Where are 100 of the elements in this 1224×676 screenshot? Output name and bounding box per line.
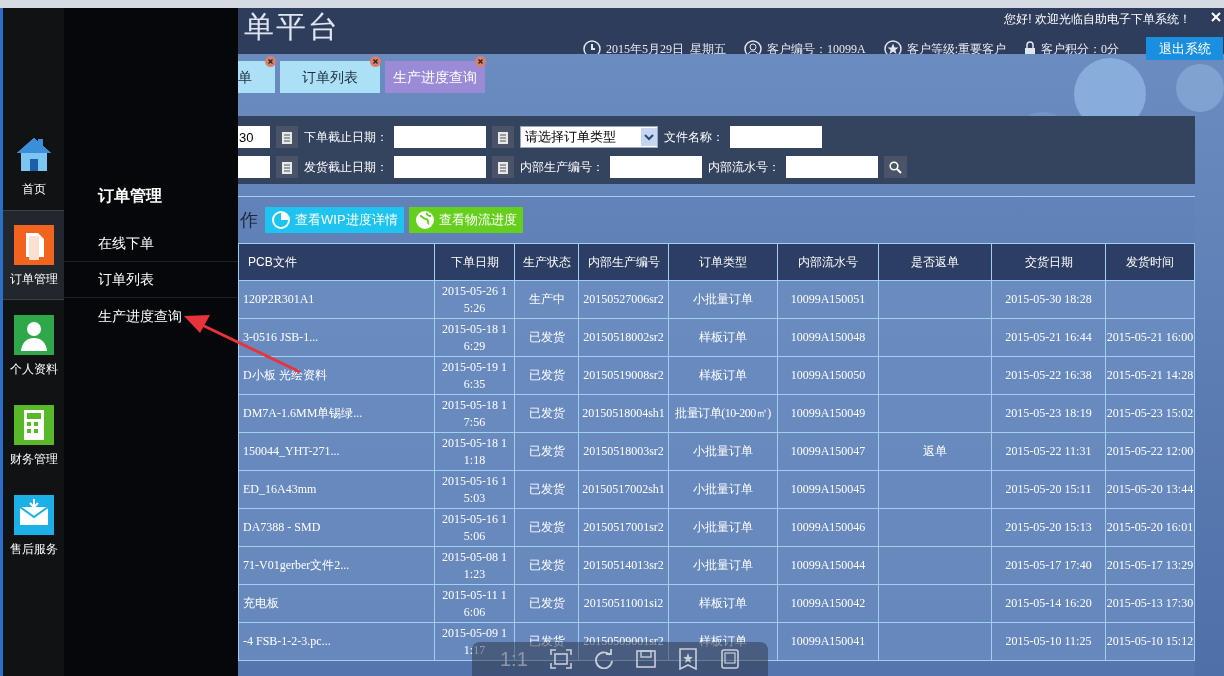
table-cell: 2015-05-19 16:35 bbox=[434, 356, 515, 395]
input-field[interactable] bbox=[730, 126, 822, 148]
input-field[interactable] bbox=[610, 156, 702, 178]
table-cell: 样板订单 bbox=[668, 356, 778, 395]
table-cell: 已发货 bbox=[514, 356, 579, 395]
table-cell: 小批量订单 bbox=[668, 280, 778, 319]
fit-screen-icon[interactable] bbox=[549, 649, 572, 669]
close-icon[interactable] bbox=[475, 56, 486, 67]
menu-item[interactable]: 生产进度查询 bbox=[64, 298, 238, 334]
table-cell: 2015-05-26 15:26 bbox=[434, 280, 515, 319]
tablet-icon[interactable] bbox=[719, 649, 740, 669]
sidebar-item[interactable]: 财务管理 bbox=[3, 390, 64, 480]
window-title: 单平台 bbox=[244, 12, 340, 42]
close-icon[interactable] bbox=[265, 56, 276, 67]
sidebar-item[interactable]: 个人资料 bbox=[3, 300, 64, 390]
table-cell: 已发货 bbox=[514, 394, 579, 433]
column-header: 内部流水号 bbox=[777, 243, 879, 281]
table-cell: 10099A150051 bbox=[777, 280, 879, 319]
input-field[interactable] bbox=[786, 156, 878, 178]
calendar-button[interactable] bbox=[492, 156, 514, 178]
tab[interactable]: 订单列表 bbox=[280, 61, 380, 93]
table-cell: 20150514013sr2 bbox=[578, 546, 669, 585]
search-button[interactable] bbox=[884, 156, 907, 178]
info-text: 客户等级:重要客户 bbox=[906, 41, 1006, 58]
table-cell: 10099A150046 bbox=[777, 508, 879, 547]
table-cell: 2015-05-22 12:00 bbox=[1105, 432, 1195, 471]
column-header: 下单日期 bbox=[434, 243, 515, 281]
table-cell: 已发货 bbox=[514, 318, 579, 357]
calendar-button[interactable] bbox=[276, 156, 298, 178]
table-cell: 2015-05-20 13:44 bbox=[1105, 470, 1195, 509]
table-cell: 2015-05-16 15:03 bbox=[434, 470, 515, 509]
field-label: 下单截止日期： bbox=[304, 129, 388, 146]
table-cell: 20150518003sr2 bbox=[578, 432, 669, 471]
chevron-down-icon bbox=[641, 128, 657, 146]
tab[interactable]: 单 bbox=[238, 61, 275, 93]
table-cell: 2015-05-21 16:44 bbox=[991, 318, 1106, 357]
table-cell: 2015-05-21 14:28 bbox=[1105, 356, 1195, 395]
table-cell: 2015-05-13 17:30 bbox=[1105, 584, 1195, 623]
table-cell: 小批量订单 bbox=[668, 508, 778, 547]
field-label: 文件名称： bbox=[664, 129, 724, 146]
table-cell: 样板订单 bbox=[668, 584, 778, 623]
table-cell: 2015-05-22 16:38 bbox=[991, 356, 1106, 395]
table-cell: 充电板 bbox=[238, 584, 435, 623]
table-cell: 10099A150049 bbox=[777, 394, 879, 433]
table-cell: 2015-05-17 17:40 bbox=[991, 546, 1106, 585]
sidebar-item[interactable]: 首页 bbox=[3, 120, 64, 210]
table-cell: 20150519008sr2 bbox=[578, 356, 669, 395]
input-field[interactable] bbox=[394, 156, 486, 178]
sidebar-item[interactable]: 售后服务 bbox=[3, 480, 64, 570]
table-cell: 120P2R301A1 bbox=[238, 280, 435, 319]
table-cell: 样板订单 bbox=[668, 318, 778, 357]
table-cell: 2015-05-11 16:06 bbox=[434, 584, 515, 623]
sidebar-item[interactable]: 订单管理 bbox=[3, 210, 64, 300]
table-cell: 10099A150041 bbox=[777, 622, 879, 661]
table-cell: 2015-05-20 15:11 bbox=[991, 470, 1106, 509]
pie-chart-icon bbox=[271, 210, 291, 230]
table-cell: 10099A150044 bbox=[777, 546, 879, 585]
column-header: 是否返单 bbox=[878, 243, 992, 281]
calendar-icon bbox=[281, 160, 293, 174]
field-label: 内部生产编号： bbox=[520, 159, 604, 176]
table-cell: 10099A150050 bbox=[777, 356, 879, 395]
table-cell: 2015-05-22 11:31 bbox=[991, 432, 1106, 471]
table-cell: 2015-05-23 15:02 bbox=[1105, 394, 1195, 433]
table-cell: 2015-05-23 18:19 bbox=[991, 394, 1106, 433]
table-cell: 2015-05-30 18:28 bbox=[991, 280, 1106, 319]
table-cell: 2015-05-10 11:25 bbox=[991, 622, 1106, 661]
bookmark-star-icon[interactable] bbox=[677, 648, 698, 670]
table-cell: 小批量订单 bbox=[668, 546, 778, 585]
field-label: 内部流水号： bbox=[708, 159, 780, 176]
table-cell: 小批量订单 bbox=[668, 432, 778, 471]
table-cell: 20150517001sr2 bbox=[578, 508, 669, 547]
select-field[interactable]: 请选择订单类型 bbox=[520, 126, 658, 148]
table-cell: 2015-05-18 17:56 bbox=[434, 394, 515, 433]
input-field[interactable] bbox=[394, 126, 486, 148]
table-cell: 2015-05-17 13:29 bbox=[1105, 546, 1195, 585]
table-cell: 10099A150048 bbox=[777, 318, 879, 357]
document-icon bbox=[13, 225, 54, 265]
welcome-text: 您好! 欢迎光临自助电子下单系统！ bbox=[1004, 11, 1191, 28]
calendar-button[interactable] bbox=[276, 126, 298, 148]
calendar-icon bbox=[281, 130, 293, 144]
close-icon[interactable] bbox=[370, 56, 381, 67]
close-icon[interactable] bbox=[1211, 12, 1221, 22]
table-cell: 2015-05-10 15:12 bbox=[1105, 622, 1195, 661]
table-cell: 20150527006sr2 bbox=[578, 280, 669, 319]
input-field[interactable] bbox=[238, 156, 270, 178]
column-header: 订单类型 bbox=[668, 243, 778, 281]
rotate-icon[interactable] bbox=[593, 649, 614, 669]
save-icon[interactable] bbox=[635, 649, 656, 669]
table-cell: 71-V01gerber文件2... bbox=[238, 546, 435, 585]
table-cell: 2015-05-20 16:01 bbox=[1105, 508, 1195, 547]
table-cell: 10099A150042 bbox=[777, 584, 879, 623]
table-cell: 2015-05-20 15:13 bbox=[991, 508, 1106, 547]
column-header: 内部生产编号 bbox=[578, 243, 669, 281]
table-cell: 10099A150045 bbox=[777, 470, 879, 509]
input-field[interactable]: 30 bbox=[238, 126, 270, 148]
mail-icon bbox=[13, 495, 54, 535]
calendar-button[interactable] bbox=[492, 126, 514, 148]
table-cell: 2015-05-08 11:23 bbox=[434, 546, 515, 585]
calculator-icon bbox=[13, 405, 54, 445]
table-cell: 20150518004sh1 bbox=[578, 394, 669, 433]
